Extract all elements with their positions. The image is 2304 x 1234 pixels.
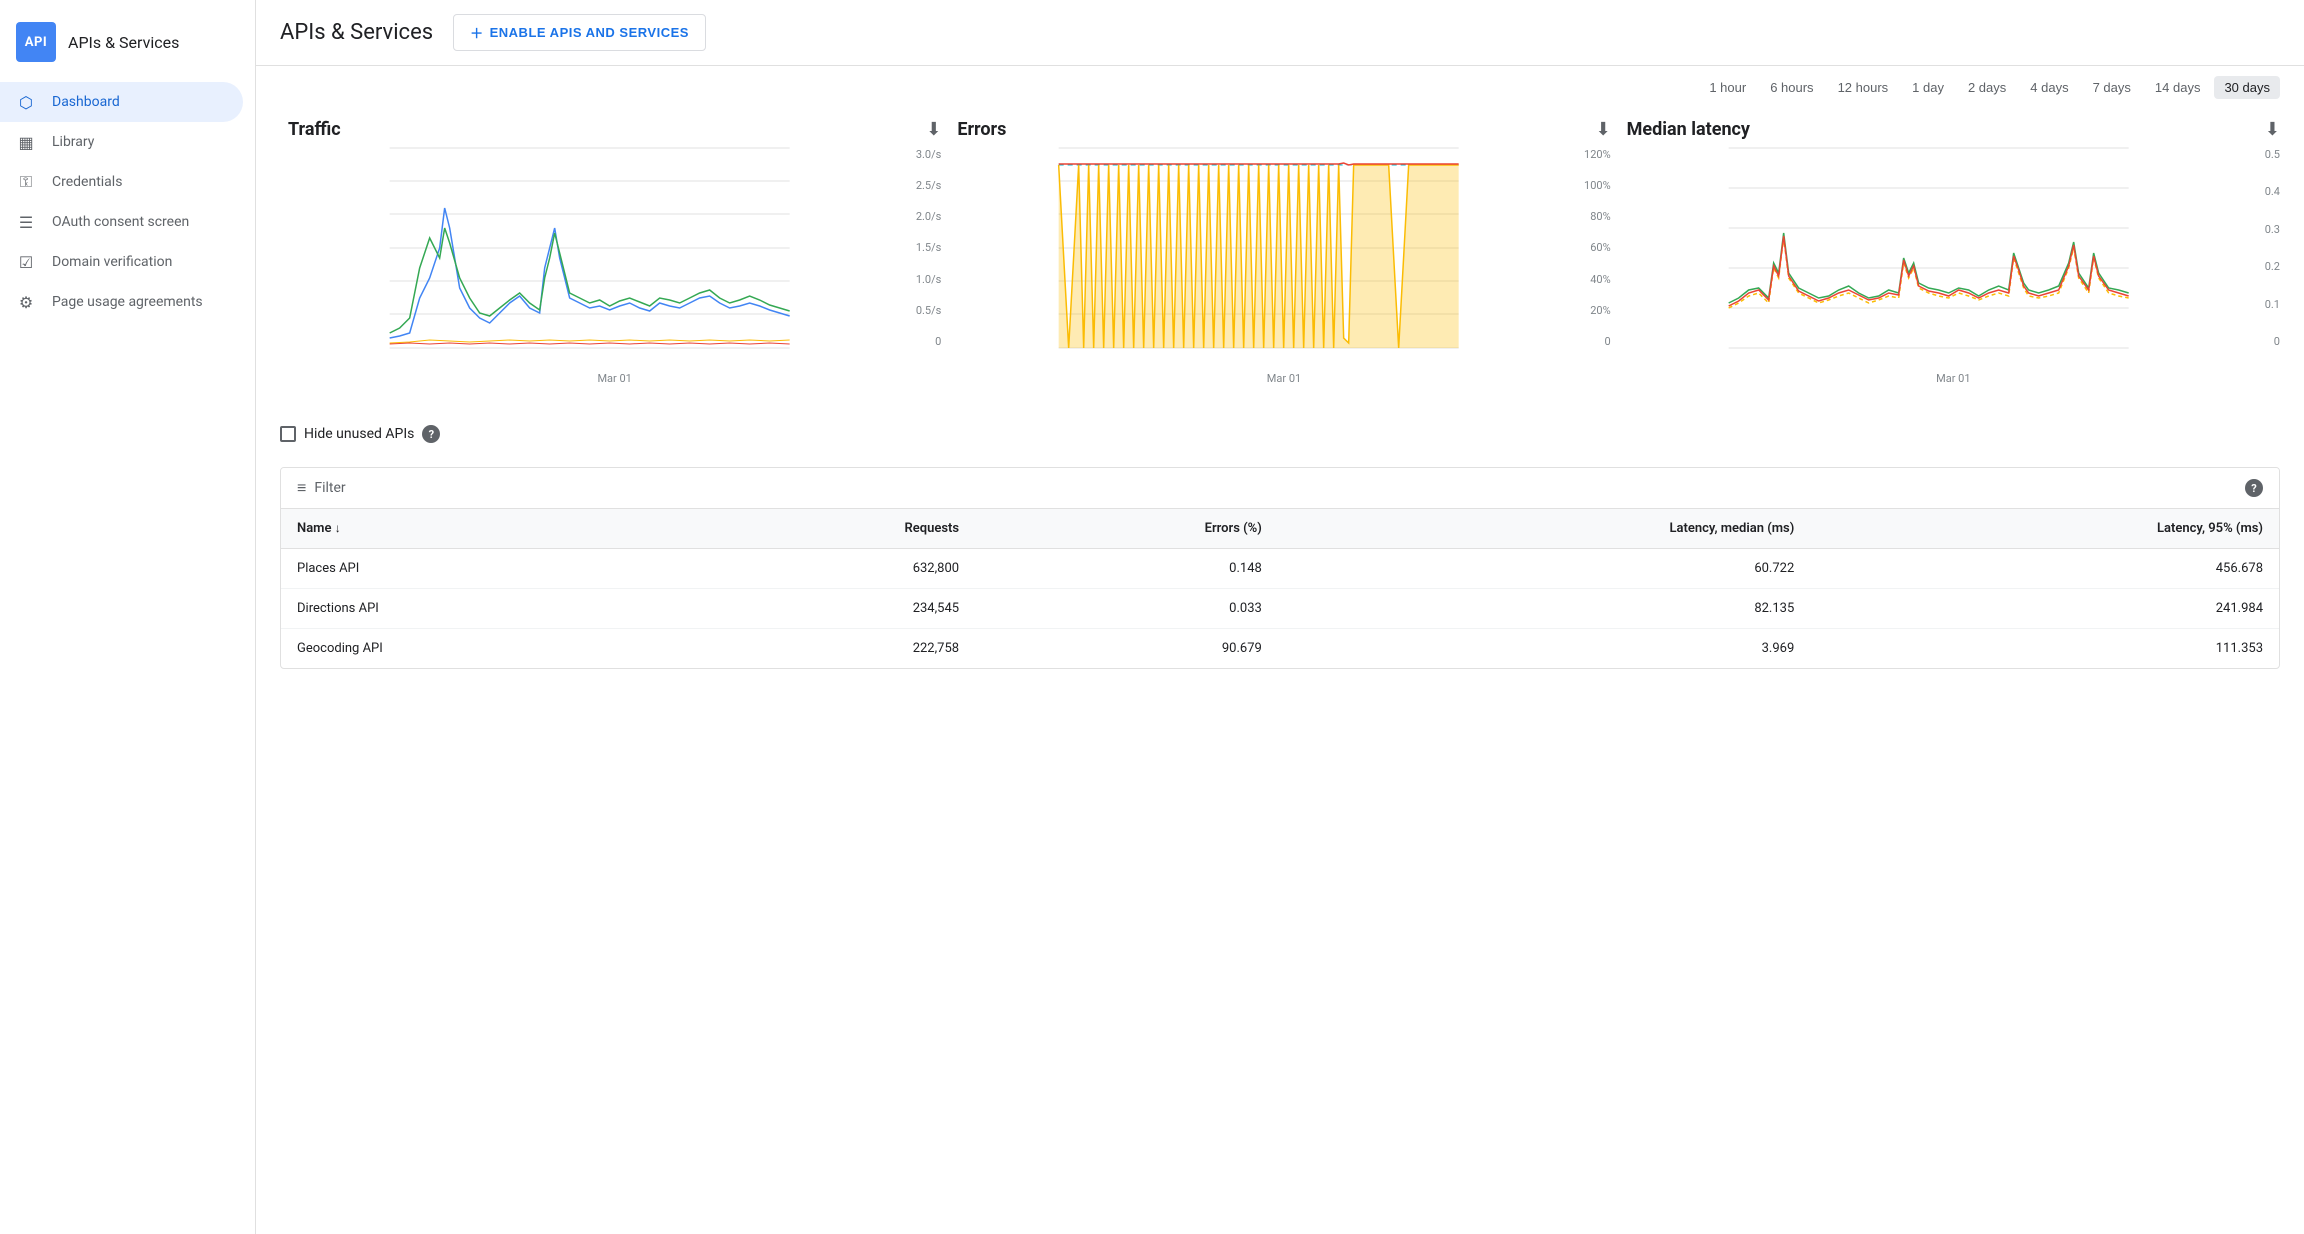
cell-latency-95: 241.984 <box>1810 589 2279 629</box>
hide-unused-label: Hide unused APIs <box>304 426 414 442</box>
latency-x-label: Mar 01 <box>1627 372 2280 385</box>
oauth-label: OAuth consent screen <box>52 214 189 230</box>
cell-latency-median: 60.722 <box>1278 549 1810 589</box>
time-btn-6-hours[interactable]: 6 hours <box>1760 76 1823 99</box>
traffic-chart-title: Traffic <box>288 119 341 140</box>
page-usage-icon: ⚙ <box>16 292 36 312</box>
name-sort-icon: ↓ <box>335 521 341 535</box>
time-btn-4-days[interactable]: 4 days <box>2020 76 2078 99</box>
enable-apis-button[interactable]: ＋ ENABLE APIS AND SERVICES <box>453 14 706 51</box>
sidebar-item-library[interactable]: ▦ Library <box>0 122 243 162</box>
page-usage-label: Page usage agreements <box>52 294 203 310</box>
api-logo-icon: API <box>16 22 56 62</box>
col-latency-median[interactable]: Latency, median (ms) <box>1278 509 1810 549</box>
filter-icon: ≡ <box>297 478 306 498</box>
time-btn-30-days[interactable]: 30 days <box>2214 76 2280 99</box>
table-header: Name ↓ Requests Errors (%) Latency, medi… <box>281 509 2279 549</box>
enable-button-label: ENABLE APIS AND SERVICES <box>490 25 689 40</box>
table-help-icon[interactable]: ? <box>2245 479 2263 497</box>
errors-download-icon[interactable]: ⬇ <box>1596 119 1611 140</box>
time-btn-7-days[interactable]: 7 days <box>2083 76 2141 99</box>
time-btn-14-days[interactable]: 14 days <box>2145 76 2211 99</box>
oauth-icon: ☰ <box>16 212 36 232</box>
hide-unused-row: Hide unused APIs ? <box>280 417 2280 451</box>
sidebar-navigation: ⬡ Dashboard ▦ Library ⚿ Credentials ☰ OA… <box>0 82 255 322</box>
cell-errors: 0.148 <box>975 549 1278 589</box>
cell-latency-median: 82.135 <box>1278 589 1810 629</box>
col-requests[interactable]: Requests <box>681 509 975 549</box>
cell-latency-95: 456.678 <box>1810 549 2279 589</box>
time-btn-1-day[interactable]: 1 day <box>1902 76 1954 99</box>
library-icon: ▦ <box>16 132 36 152</box>
cell-requests: 234,545 <box>681 589 975 629</box>
table-section: Hide unused APIs ? ≡ Filter ? Name ↓ Req… <box>256 417 2304 693</box>
credentials-icon: ⚿ <box>16 172 36 192</box>
time-filter-bar: 1 hour6 hours12 hours1 day2 days4 days7 … <box>256 66 2304 107</box>
sidebar-logo: API APIs & Services <box>0 10 255 82</box>
credentials-label: Credentials <box>52 174 122 190</box>
cell-errors: 0.033 <box>975 589 1278 629</box>
sidebar-item-page-usage[interactable]: ⚙ Page usage agreements <box>0 282 243 322</box>
errors-chart-container: Errors ⬇ <box>949 107 1618 397</box>
traffic-chart-svg <box>288 148 891 348</box>
cell-latency-median: 3.969 <box>1278 629 1810 669</box>
col-name[interactable]: Name ↓ <box>281 509 681 549</box>
filter-label[interactable]: Filter <box>314 480 345 496</box>
traffic-chart-container: Traffic ⬇ <box>280 107 949 397</box>
hide-unused-help-icon[interactable]: ? <box>422 425 440 443</box>
api-table-wrapper: ≡ Filter ? Name ↓ Requests Errors (%) La… <box>280 467 2280 669</box>
sidebar: API APIs & Services ⬡ Dashboard ▦ Librar… <box>0 0 256 1234</box>
main-content: APIs & Services ＋ ENABLE APIS AND SERVIC… <box>256 0 2304 1234</box>
hide-unused-checkbox[interactable] <box>280 426 296 442</box>
errors-chart-area: 120%100%80%60%40%20%0 <box>957 148 1610 368</box>
plus-icon: ＋ <box>470 23 484 42</box>
cell-requests: 632,800 <box>681 549 975 589</box>
latency-download-icon[interactable]: ⬇ <box>2265 119 2280 140</box>
library-label: Library <box>52 134 94 150</box>
sidebar-item-dashboard[interactable]: ⬡ Dashboard <box>0 82 243 122</box>
table-body: Places API 632,800 0.148 60.722 456.678 … <box>281 549 2279 669</box>
cell-name: Places API <box>281 549 681 589</box>
filter-inner: ≡ Filter <box>297 478 346 498</box>
cell-requests: 222,758 <box>681 629 975 669</box>
table-row: Places API 632,800 0.148 60.722 456.678 <box>281 549 2279 589</box>
top-bar: APIs & Services ＋ ENABLE APIS AND SERVIC… <box>256 0 2304 66</box>
col-latency-95[interactable]: Latency, 95% (ms) <box>1810 509 2279 549</box>
page-title: APIs & Services <box>280 20 433 45</box>
errors-y-axis: 120%100%80%60%40%20%0 <box>1567 148 1611 348</box>
latency-chart-area: 0.50.40.30.20.10 <box>1627 148 2280 368</box>
sidebar-item-oauth[interactable]: ☰ OAuth consent screen <box>0 202 243 242</box>
time-btn-1-hour[interactable]: 1 hour <box>1699 76 1756 99</box>
table-row: Directions API 234,545 0.033 82.135 241.… <box>281 589 2279 629</box>
latency-chart-title: Median latency <box>1627 119 1750 140</box>
latency-chart-container: Median latency ⬇ <box>1619 107 2288 397</box>
sidebar-item-credentials[interactable]: ⚿ Credentials <box>0 162 243 202</box>
api-table: Name ↓ Requests Errors (%) Latency, medi… <box>281 509 2279 668</box>
filter-row: ≡ Filter ? <box>281 468 2279 509</box>
errors-chart-svg <box>957 148 1560 348</box>
dashboard-label: Dashboard <box>52 94 120 110</box>
traffic-download-icon[interactable]: ⬇ <box>926 119 941 140</box>
cell-errors: 90.679 <box>975 629 1278 669</box>
sidebar-item-domain[interactable]: ☑ Domain verification <box>0 242 243 282</box>
latency-chart-svg <box>1627 148 2230 348</box>
cell-latency-95: 111.353 <box>1810 629 2279 669</box>
errors-x-label: Mar 01 <box>957 372 1610 385</box>
traffic-y-axis: 3.0/s2.5/s2.0/s1.5/s1.0/s0.5/s0 <box>897 148 941 348</box>
sidebar-title: APIs & Services <box>68 33 179 52</box>
cell-name: Geocoding API <box>281 629 681 669</box>
cell-name: Directions API <box>281 589 681 629</box>
traffic-chart-area: 3.0/s2.5/s2.0/s1.5/s1.0/s0.5/s0 <box>288 148 941 368</box>
traffic-x-label: Mar 01 <box>288 372 941 385</box>
domain-label: Domain verification <box>52 254 172 270</box>
charts-section: Traffic ⬇ <box>256 107 2304 417</box>
time-btn-2-days[interactable]: 2 days <box>1958 76 2016 99</box>
col-errors[interactable]: Errors (%) <box>975 509 1278 549</box>
dashboard-icon: ⬡ <box>16 92 36 112</box>
table-row: Geocoding API 222,758 90.679 3.969 111.3… <box>281 629 2279 669</box>
latency-y-axis: 0.50.40.30.20.10 <box>2236 148 2280 348</box>
errors-chart-title: Errors <box>957 119 1006 140</box>
time-btn-12-hours[interactable]: 12 hours <box>1828 76 1899 99</box>
domain-icon: ☑ <box>16 252 36 272</box>
